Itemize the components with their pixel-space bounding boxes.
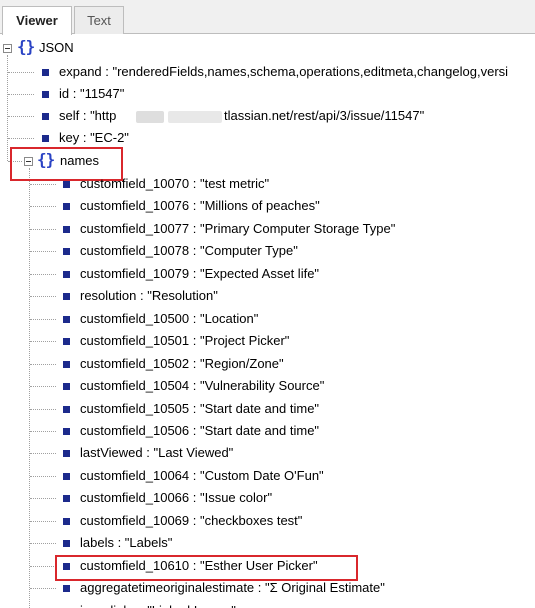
tree-leaf-names-item[interactable]: customfield_10501 : "Project Picker" — [0, 331, 535, 351]
leaf-bullet-icon — [63, 383, 70, 391]
tree-leaf-key[interactable]: key : "EC-2" — [0, 128, 535, 148]
tree-leaf-names-item[interactable]: customfield_10076 : "Millions of peaches… — [0, 196, 535, 216]
tree-leaf-names-item[interactable]: customfield_10077 : "Primary Computer St… — [0, 219, 535, 239]
tree-leaf-label: id : "11547" — [59, 86, 125, 101]
leaf-bullet-icon — [63, 472, 70, 480]
tree-leaf-label: customfield_10076 : "Millions of peaches… — [80, 198, 320, 214]
leaf-bullet-icon — [63, 270, 70, 278]
tree-leaf-label: key : "EC-2" — [59, 130, 129, 145]
tree-leaf-names-item[interactable]: customfield_10079 : "Expected Asset life… — [0, 264, 535, 284]
leaf-bullet-icon — [42, 91, 49, 98]
leaf-bullet-icon — [63, 360, 70, 368]
tree-leaf-label: customfield_10502 : "Region/Zone" — [80, 355, 284, 371]
tab-bar: Viewer Text — [0, 0, 535, 35]
leaf-bullet-icon — [63, 225, 70, 233]
tree-leaf-names-item[interactable]: issuelinks : "Linked Issues" — [0, 601, 535, 608]
tree-leaf-label: customfield_10500 : "Location" — [80, 310, 259, 326]
tree-leaf-label: customfield_10504 : "Vulnerability Sourc… — [80, 378, 325, 394]
tree-leaf-names-item[interactable]: customfield_10500 : "Location" — [0, 309, 535, 329]
tree-leaf-label: customfield_10064 : "Custom Date O'Fun" — [80, 467, 324, 483]
tree-leaf-label: issuelinks : "Linked Issues" — [80, 601, 236, 608]
tree-leaf-names-item[interactable]: lastViewed : "Last Viewed" — [0, 443, 535, 463]
tree-leaf-names-item[interactable]: customfield_10506 : "Start date and time… — [0, 421, 535, 441]
tree-node-label: JSON — [39, 40, 74, 55]
tree-leaf-names-item[interactable]: customfield_10069 : "checkboxes test" — [0, 511, 535, 531]
tree-leaf-label: customfield_10077 : "Primary Computer St… — [80, 220, 396, 236]
tree-leaf-label: customfield_10505 : "Start date and time… — [80, 400, 320, 416]
tree-leaf-names-item[interactable]: customfield_10502 : "Region/Zone" — [0, 354, 535, 374]
tree-leaf-label: customfield_10066 : "Issue color" — [80, 490, 273, 506]
leaf-bullet-icon — [63, 585, 70, 593]
tree-leaf-names-item[interactable]: aggregatetimeoriginalestimate : "Σ Origi… — [0, 578, 535, 598]
leaf-bullet-icon — [63, 248, 70, 256]
tree-leaf-label: tlassian.net/rest/api/3/issue/11547" — [224, 108, 425, 123]
tree-leaf-label: expand : "renderedFields,names,schema,op… — [59, 64, 509, 79]
tree-leaf-label: customfield_10501 : "Project Picker" — [80, 333, 290, 349]
tree-leaf-names-item[interactable]: customfield_10504 : "Vulnerability Sourc… — [0, 376, 535, 396]
tree-leaf-names-item[interactable]: customfield_10066 : "Issue color" — [0, 488, 535, 508]
leaf-bullet-icon — [63, 181, 70, 188]
tree-leaf-label: labels : "Labels" — [80, 535, 173, 551]
tree-leaf-label: lastViewed : "Last Viewed" — [80, 445, 234, 461]
json-tree: {} JSON expand : "renderedFields,names,s… — [0, 34, 535, 608]
redacted-text — [136, 111, 164, 123]
leaf-bullet-icon — [63, 405, 70, 413]
leaf-bullet-icon — [63, 540, 70, 548]
tree-leaf-label: customfield_10506 : "Start date and time… — [80, 422, 320, 438]
tree-leaf-expand[interactable]: expand : "renderedFields,names,schema,op… — [0, 62, 535, 82]
leaf-bullet-icon — [63, 293, 70, 301]
tree-node-root[interactable]: {} JSON — [0, 37, 120, 58]
tree-leaf-label: customfield_10069 : "checkboxes test" — [80, 512, 303, 528]
leaf-bullet-icon — [63, 427, 70, 435]
leaf-bullet-icon — [63, 450, 70, 458]
tree-leaf-label: aggregatetimeoriginalestimate : "Σ Origi… — [80, 580, 385, 596]
collapse-toggle-icon[interactable] — [3, 44, 12, 53]
tree-leaf-names-item[interactable]: labels : "Labels" — [0, 533, 535, 553]
tree-leaf-names-item[interactable]: customfield_10070 : "test metric" — [0, 174, 535, 194]
highlight-box — [55, 555, 358, 581]
leaf-bullet-icon — [63, 315, 70, 323]
leaf-bullet-icon — [42, 135, 49, 142]
tree-leaf-label: resolution : "Resolution" — [80, 288, 218, 304]
tree-leaf-id[interactable]: id : "11547" — [0, 84, 535, 104]
tree-leaf-label: customfield_10078 : "Computer Type" — [80, 243, 298, 259]
tree-leaf-self[interactable]: self : "http tlassian.net/rest/api/3/iss… — [0, 106, 535, 126]
leaf-bullet-icon — [63, 203, 70, 211]
tab-viewer[interactable]: Viewer — [2, 6, 72, 35]
leaf-bullet-icon — [63, 495, 70, 503]
tab-text[interactable]: Text — [74, 6, 124, 34]
tree-leaf-names-item[interactable]: resolution : "Resolution" — [0, 286, 535, 306]
tree-leaf-label: customfield_10079 : "Expected Asset life… — [80, 265, 320, 281]
tree-leaf-label: self : "http — [59, 108, 117, 123]
leaf-bullet-icon — [42, 113, 49, 120]
leaf-bullet-icon — [63, 517, 70, 525]
tree-leaf-names-item[interactable]: customfield_10505 : "Start date and time… — [0, 399, 535, 419]
tree-leaf-names-item[interactable]: customfield_10064 : "Custom Date O'Fun" — [0, 466, 535, 486]
object-braces-icon: {} — [17, 37, 35, 56]
leaf-bullet-icon — [63, 338, 70, 346]
redacted-text — [168, 111, 222, 123]
tree-leaf-label: customfield_10070 : "test metric" — [80, 176, 270, 191]
leaf-bullet-icon — [42, 69, 49, 76]
tree-leaf-names-item[interactable]: customfield_10078 : "Computer Type" — [0, 241, 535, 261]
